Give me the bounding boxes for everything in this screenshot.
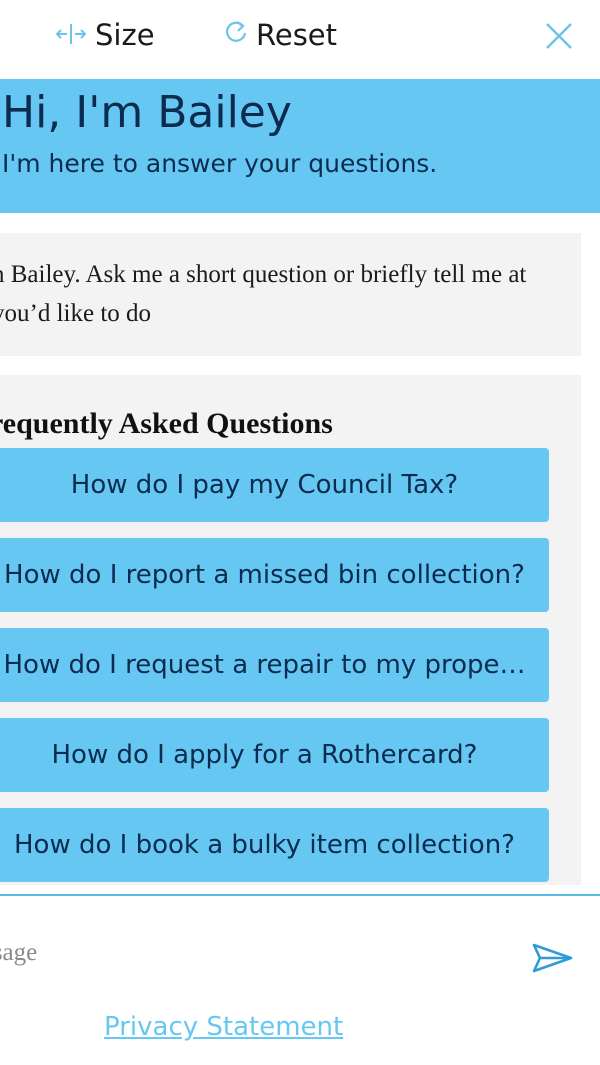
refresh-icon <box>224 18 256 52</box>
bot-message-text: n Bailey. Ask me a short question or bri… <box>0 261 527 327</box>
banner-subtitle: I'm here to answer your questions. <box>2 149 438 178</box>
resize-horizontal-icon <box>55 18 95 52</box>
faq-button-council-tax[interactable]: How do I pay my Council Tax? <box>0 448 549 522</box>
privacy-statement-link[interactable]: Privacy Statement <box>104 1012 343 1042</box>
top-toolbar: Size Reset <box>0 0 600 78</box>
faq-panel: requently Asked Questions How do I pay m… <box>0 375 581 885</box>
banner-title: Hi, I'm Bailey <box>2 87 292 138</box>
reset-label: Reset <box>256 18 338 52</box>
faq-button-property-repair[interactable]: How do I request a repair to my prope… <box>0 628 549 702</box>
message-input[interactable] <box>0 922 494 984</box>
reset-button[interactable]: Reset <box>224 18 337 52</box>
bot-message: n Bailey. Ask me a short question or bri… <box>0 233 581 356</box>
faq-button-rothercard[interactable]: How do I apply for a Rothercard? <box>0 718 549 792</box>
close-icon <box>546 23 572 49</box>
greeting-banner: Hi, I'm Bailey I'm here to answer your q… <box>0 79 600 213</box>
size-button[interactable]: Size <box>55 18 155 52</box>
size-label: Size <box>95 18 155 52</box>
composer-divider <box>0 894 600 896</box>
send-button[interactable] <box>530 938 574 978</box>
faq-button-missed-bin[interactable]: How do I report a missed bin collection? <box>0 538 549 612</box>
faq-title: requently Asked Questions <box>0 407 333 440</box>
send-icon <box>532 943 573 973</box>
faq-button-bulky-item[interactable]: How do I book a bulky item collection? <box>0 808 549 882</box>
close-button[interactable] <box>543 20 575 52</box>
